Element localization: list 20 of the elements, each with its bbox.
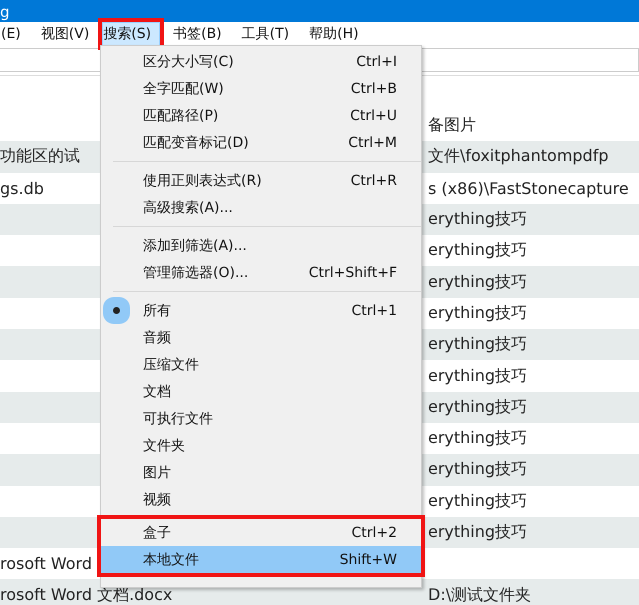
table-cell: erything技巧 — [428, 209, 528, 228]
table-cell: erything技巧 — [428, 240, 528, 260]
table-cell: erything技巧 — [428, 272, 528, 291]
table-cell: 文件\foxitphantompdfp — [428, 146, 608, 166]
table-cell: erything技巧 — [428, 428, 528, 448]
table-cell: D:\测试文件夹 — [428, 584, 532, 604]
table-cell: gs.db — [0, 178, 44, 198]
table-cell: erything技巧 — [428, 396, 528, 416]
table-cell: rosoft Word 文档.docx — [0, 584, 172, 604]
table-cell: erything技巧 — [428, 522, 528, 541]
table-cell: s (x86)\FastStonecapture — [428, 178, 629, 198]
table-cell: erything技巧 — [428, 366, 528, 385]
table-cell: rosoft Word — [0, 554, 92, 574]
table-cell: erything技巧 — [428, 334, 528, 354]
table-cell: erything技巧 — [428, 459, 528, 478]
table-cell: 备图片 — [428, 115, 476, 134]
window-title: g — [0, 2, 10, 22]
table-cell: erything技巧 — [428, 302, 528, 322]
table-cell: 功能区的试 — [0, 146, 80, 166]
table-cell: erything技巧 — [428, 490, 528, 510]
